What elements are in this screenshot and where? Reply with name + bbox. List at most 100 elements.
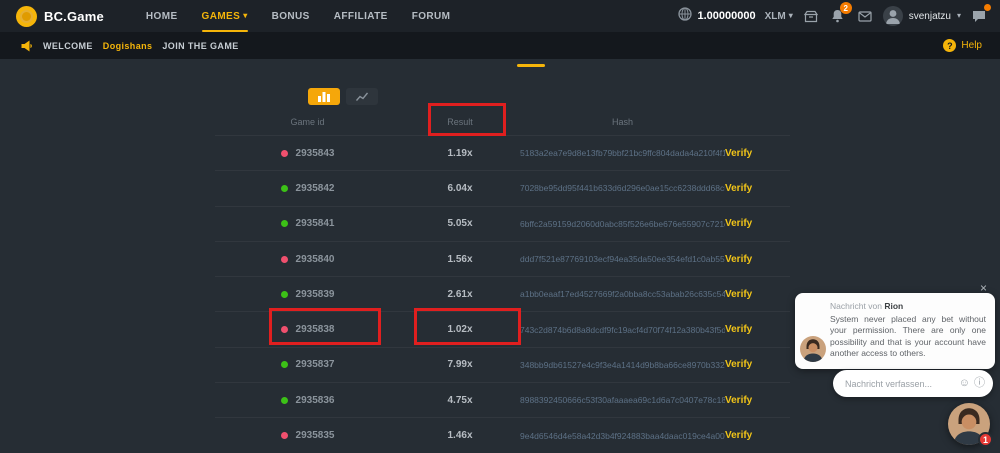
game-id: 2935841 bbox=[296, 218, 335, 229]
result-value: 5.05x bbox=[400, 218, 520, 229]
page: BC.Game HOME GAMES▾ BONUS AFFILIATE FORU… bbox=[0, 0, 1000, 453]
chat-bubble-icon bbox=[972, 10, 986, 23]
game-id-cell: 2935837 bbox=[215, 359, 400, 370]
user-avatar bbox=[883, 6, 903, 26]
game-id: 2935839 bbox=[296, 289, 335, 300]
user-menu[interactable]: svenjatzu ▾ bbox=[883, 6, 961, 26]
verify-link[interactable]: Verify bbox=[725, 359, 790, 370]
wallet-icon bbox=[804, 10, 818, 23]
chat-notification-dot bbox=[984, 4, 991, 11]
table-row: 2935841 5.05x 6bffc2a59159d2060d0abc85f5… bbox=[215, 206, 790, 241]
result-status-dot bbox=[281, 397, 288, 404]
balance-amount: 1.00000000 bbox=[697, 10, 755, 22]
table-row: 2935836 4.75x 8988392450666c53f30afaaaea… bbox=[215, 382, 790, 417]
help-link[interactable]: ? Help bbox=[943, 39, 1000, 52]
result-value: 7.99x bbox=[400, 359, 520, 370]
game-id: 2935836 bbox=[296, 395, 335, 406]
verify-link[interactable]: Verify bbox=[725, 218, 790, 229]
active-tab-indicator bbox=[517, 64, 545, 67]
emoji-icon[interactable]: ☺ bbox=[959, 378, 970, 389]
result-value: 1.46x bbox=[400, 430, 520, 441]
nav-item-bonus[interactable]: BONUS bbox=[272, 0, 310, 32]
hash-value: 743c2d874b6d8a8dcdf9fc19acf4d70f74f12a38… bbox=[520, 325, 725, 335]
verify-link[interactable]: Verify bbox=[725, 395, 790, 406]
result-value: 2.61x bbox=[400, 289, 520, 300]
hash-value: 7028be95dd95f441b633d6d296e0ae15cc6238dd… bbox=[520, 183, 725, 193]
result-value: 1.56x bbox=[400, 254, 520, 265]
game-id: 2935842 bbox=[296, 183, 335, 194]
hash-value: 6bffc2a59159d2060d0abc85f526e6be676e5590… bbox=[520, 219, 725, 229]
table-body: 2935843 1.19x 5183a2ea7e9d8e13fb79bbf21b… bbox=[215, 135, 790, 453]
megaphone-icon bbox=[20, 40, 33, 52]
view-toggle-group bbox=[308, 88, 378, 105]
annotation-box-result-value bbox=[414, 308, 521, 345]
verify-link[interactable]: Verify bbox=[725, 289, 790, 300]
nav-item-affiliate[interactable]: AFFILIATE bbox=[334, 0, 388, 32]
game-id-cell: 2935841 bbox=[215, 218, 400, 229]
result-status-dot bbox=[281, 291, 288, 298]
chat-close-icon[interactable]: × bbox=[980, 281, 987, 295]
welcomed-username: Dogishans bbox=[103, 41, 153, 51]
table-row: 2935842 6.04x 7028be95dd95f441b633d6d296… bbox=[215, 170, 790, 205]
hash-value: 9e4d6546d4e58a42d3b4f924883baa4daac019ce… bbox=[520, 431, 725, 441]
welcome-label: WELCOME bbox=[43, 41, 93, 51]
chat-sender-avatar bbox=[800, 336, 826, 362]
result-status-dot bbox=[281, 256, 288, 263]
trend-line-icon bbox=[356, 92, 368, 102]
verify-link[interactable]: Verify bbox=[725, 254, 790, 265]
result-status-dot bbox=[281, 361, 288, 368]
verify-link[interactable]: Verify bbox=[725, 183, 790, 194]
help-icon: ? bbox=[943, 39, 956, 52]
header-hash: Hash bbox=[520, 117, 725, 127]
verify-link[interactable]: Verify bbox=[725, 430, 790, 441]
main-nav: HOME GAMES▾ BONUS AFFILIATE FORUM bbox=[146, 0, 450, 32]
result-status-dot bbox=[281, 220, 288, 227]
chat-input-bar: ☺ ⓘ bbox=[833, 370, 993, 397]
wallet-button[interactable] bbox=[802, 7, 820, 25]
annotation-box-result-header bbox=[428, 103, 506, 136]
game-id: 2935837 bbox=[296, 359, 335, 370]
hash-value: 348bb9db61527e4c9f3e4a1414d9b8ba66ce8970… bbox=[520, 360, 725, 370]
nav-item-home[interactable]: HOME bbox=[146, 0, 178, 32]
trends-button[interactable] bbox=[346, 88, 378, 105]
nav-item-games[interactable]: GAMES▾ bbox=[202, 0, 248, 32]
result-value: 1.19x bbox=[400, 148, 520, 159]
notification-badge: 2 bbox=[840, 2, 852, 14]
chat-from-line: Nachricht von Rion bbox=[830, 301, 986, 311]
chat-message-input[interactable] bbox=[845, 379, 955, 389]
coin-globe-icon bbox=[678, 7, 692, 26]
chat-launcher-button[interactable]: 1 bbox=[948, 403, 990, 445]
table-row: 2935843 1.19x 5183a2ea7e9d8e13fb79bbf21b… bbox=[215, 135, 790, 170]
annotation-box-game-id bbox=[269, 308, 381, 345]
messages-button[interactable] bbox=[856, 7, 874, 25]
envelope-icon bbox=[858, 11, 872, 22]
brand-logo[interactable]: BC.Game bbox=[0, 6, 104, 27]
join-label: JOIN THE GAME bbox=[162, 41, 238, 51]
bets-list-button[interactable] bbox=[308, 88, 340, 105]
game-id-cell: 2935840 bbox=[215, 254, 400, 265]
game-id: 2935840 bbox=[296, 254, 335, 265]
chat-message-card: Nachricht von Rion System never placed a… bbox=[795, 293, 995, 369]
info-icon[interactable]: ⓘ bbox=[974, 378, 985, 389]
hash-value: 5183a2ea7e9d8e13fb79bbf21bc9ffc804dada4a… bbox=[520, 148, 725, 158]
nav-item-forum[interactable]: FORUM bbox=[412, 0, 451, 32]
balance-display[interactable]: 1.00000000 bbox=[678, 7, 755, 26]
result-value: 4.75x bbox=[400, 395, 520, 406]
result-status-dot bbox=[281, 150, 288, 157]
verify-link[interactable]: Verify bbox=[725, 324, 790, 335]
chat-message-text: System never placed any bet without your… bbox=[830, 314, 986, 360]
verify-link[interactable]: Verify bbox=[725, 148, 790, 159]
hash-value: a1bb0eaaf17ed4527669f2a0bba8cc53abab26c6… bbox=[520, 289, 725, 299]
chevron-down-icon: ▾ bbox=[243, 12, 247, 20]
live-chat-button[interactable] bbox=[970, 7, 988, 25]
game-id-cell: 2935835 bbox=[215, 430, 400, 441]
game-id: 2935843 bbox=[296, 148, 335, 159]
game-id-cell: 2935839 bbox=[215, 289, 400, 300]
bets-table: Game id Result Hash 2935843 1.19x 5183a2… bbox=[215, 108, 790, 453]
currency-selector[interactable]: XLM ▾ bbox=[765, 11, 793, 22]
bc-coin-icon bbox=[16, 6, 37, 27]
brand-name: BC.Game bbox=[44, 9, 104, 24]
table-row: 2935839 2.61x a1bb0eaaf17ed4527669f2a0bb… bbox=[215, 276, 790, 311]
notifications-button[interactable]: 2 bbox=[829, 7, 847, 25]
game-id-cell: 2935836 bbox=[215, 395, 400, 406]
